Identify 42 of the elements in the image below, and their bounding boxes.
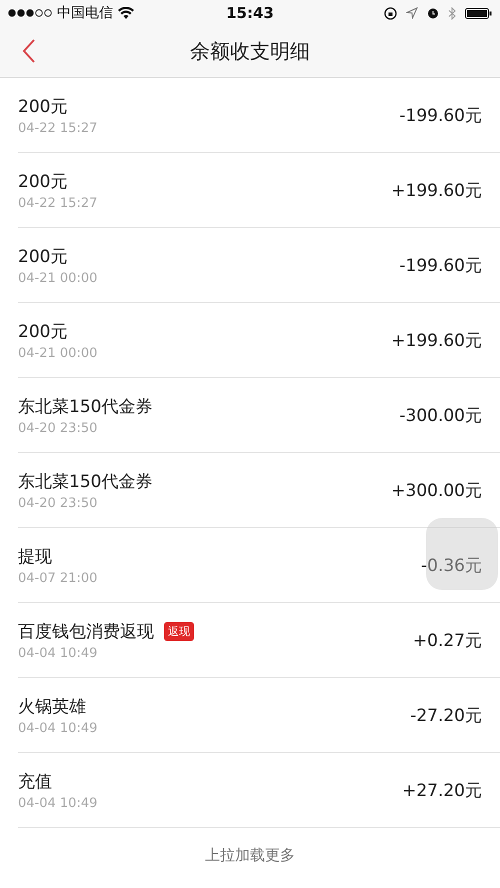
transaction-time: 04-20 23:50 <box>18 496 98 510</box>
transaction-amount: -300.00元 <box>399 404 482 426</box>
transaction-amount: -27.20元 <box>410 704 482 726</box>
transaction-title: 东北菜150代金券 <box>18 470 152 492</box>
transaction-amount: +199.60元 <box>391 180 482 202</box>
transaction-title: 东北菜150代金券 <box>18 396 152 418</box>
wifi-icon <box>118 7 134 19</box>
signal-icon <box>8 9 52 17</box>
rotation-lock-icon <box>384 6 397 20</box>
transaction-title: 提现 <box>18 546 52 568</box>
transaction-time: 04-20 23:50 <box>18 420 98 436</box>
cashback-tag: 返现 <box>164 622 194 640</box>
transaction-title: 200元 <box>18 96 68 118</box>
transaction-title: 200元 <box>18 320 68 342</box>
page-title: 余额收支明细 <box>190 38 310 65</box>
transaction-time: 04-22 15:27 <box>18 120 98 136</box>
transaction-amount: -199.60元 <box>399 104 482 126</box>
alarm-icon <box>427 7 439 19</box>
battery-icon <box>465 8 492 18</box>
transaction-amount: -199.60元 <box>399 254 482 276</box>
transaction-time: 04-04 10:49 <box>18 796 98 810</box>
transaction-amount: +0.27元 <box>412 630 482 652</box>
transaction-title: 火锅英雄 <box>18 696 86 718</box>
transaction-title: 200元 <box>18 170 68 192</box>
clock-time: 15:43 <box>226 4 274 22</box>
transaction-time: 04-21 00:00 <box>18 346 98 360</box>
transaction-title: 百度钱包消费返现 <box>18 620 154 642</box>
load-more-hint: 上拉加载更多 <box>205 846 295 864</box>
transaction-time: 04-22 15:27 <box>18 196 98 210</box>
transaction-amount: +300.00元 <box>391 480 482 502</box>
bluetooth-icon <box>448 6 456 20</box>
transaction-time: 04-21 00:00 <box>18 270 98 286</box>
carrier-name: 中国电信 <box>57 4 113 22</box>
transaction-time: 04-04 10:49 <box>18 720 98 736</box>
transaction-title: 充值 <box>18 770 52 792</box>
transaction-amount: -0.36元 <box>421 554 482 576</box>
transaction-time: 04-07 21:00 <box>18 570 98 586</box>
transaction-title: 200元 <box>18 246 68 268</box>
transaction-amount: +27.20元 <box>402 780 482 802</box>
transaction-time: 04-04 10:49 <box>18 646 98 660</box>
transaction-amount: +199.60元 <box>391 330 482 352</box>
location-icon <box>406 7 418 19</box>
